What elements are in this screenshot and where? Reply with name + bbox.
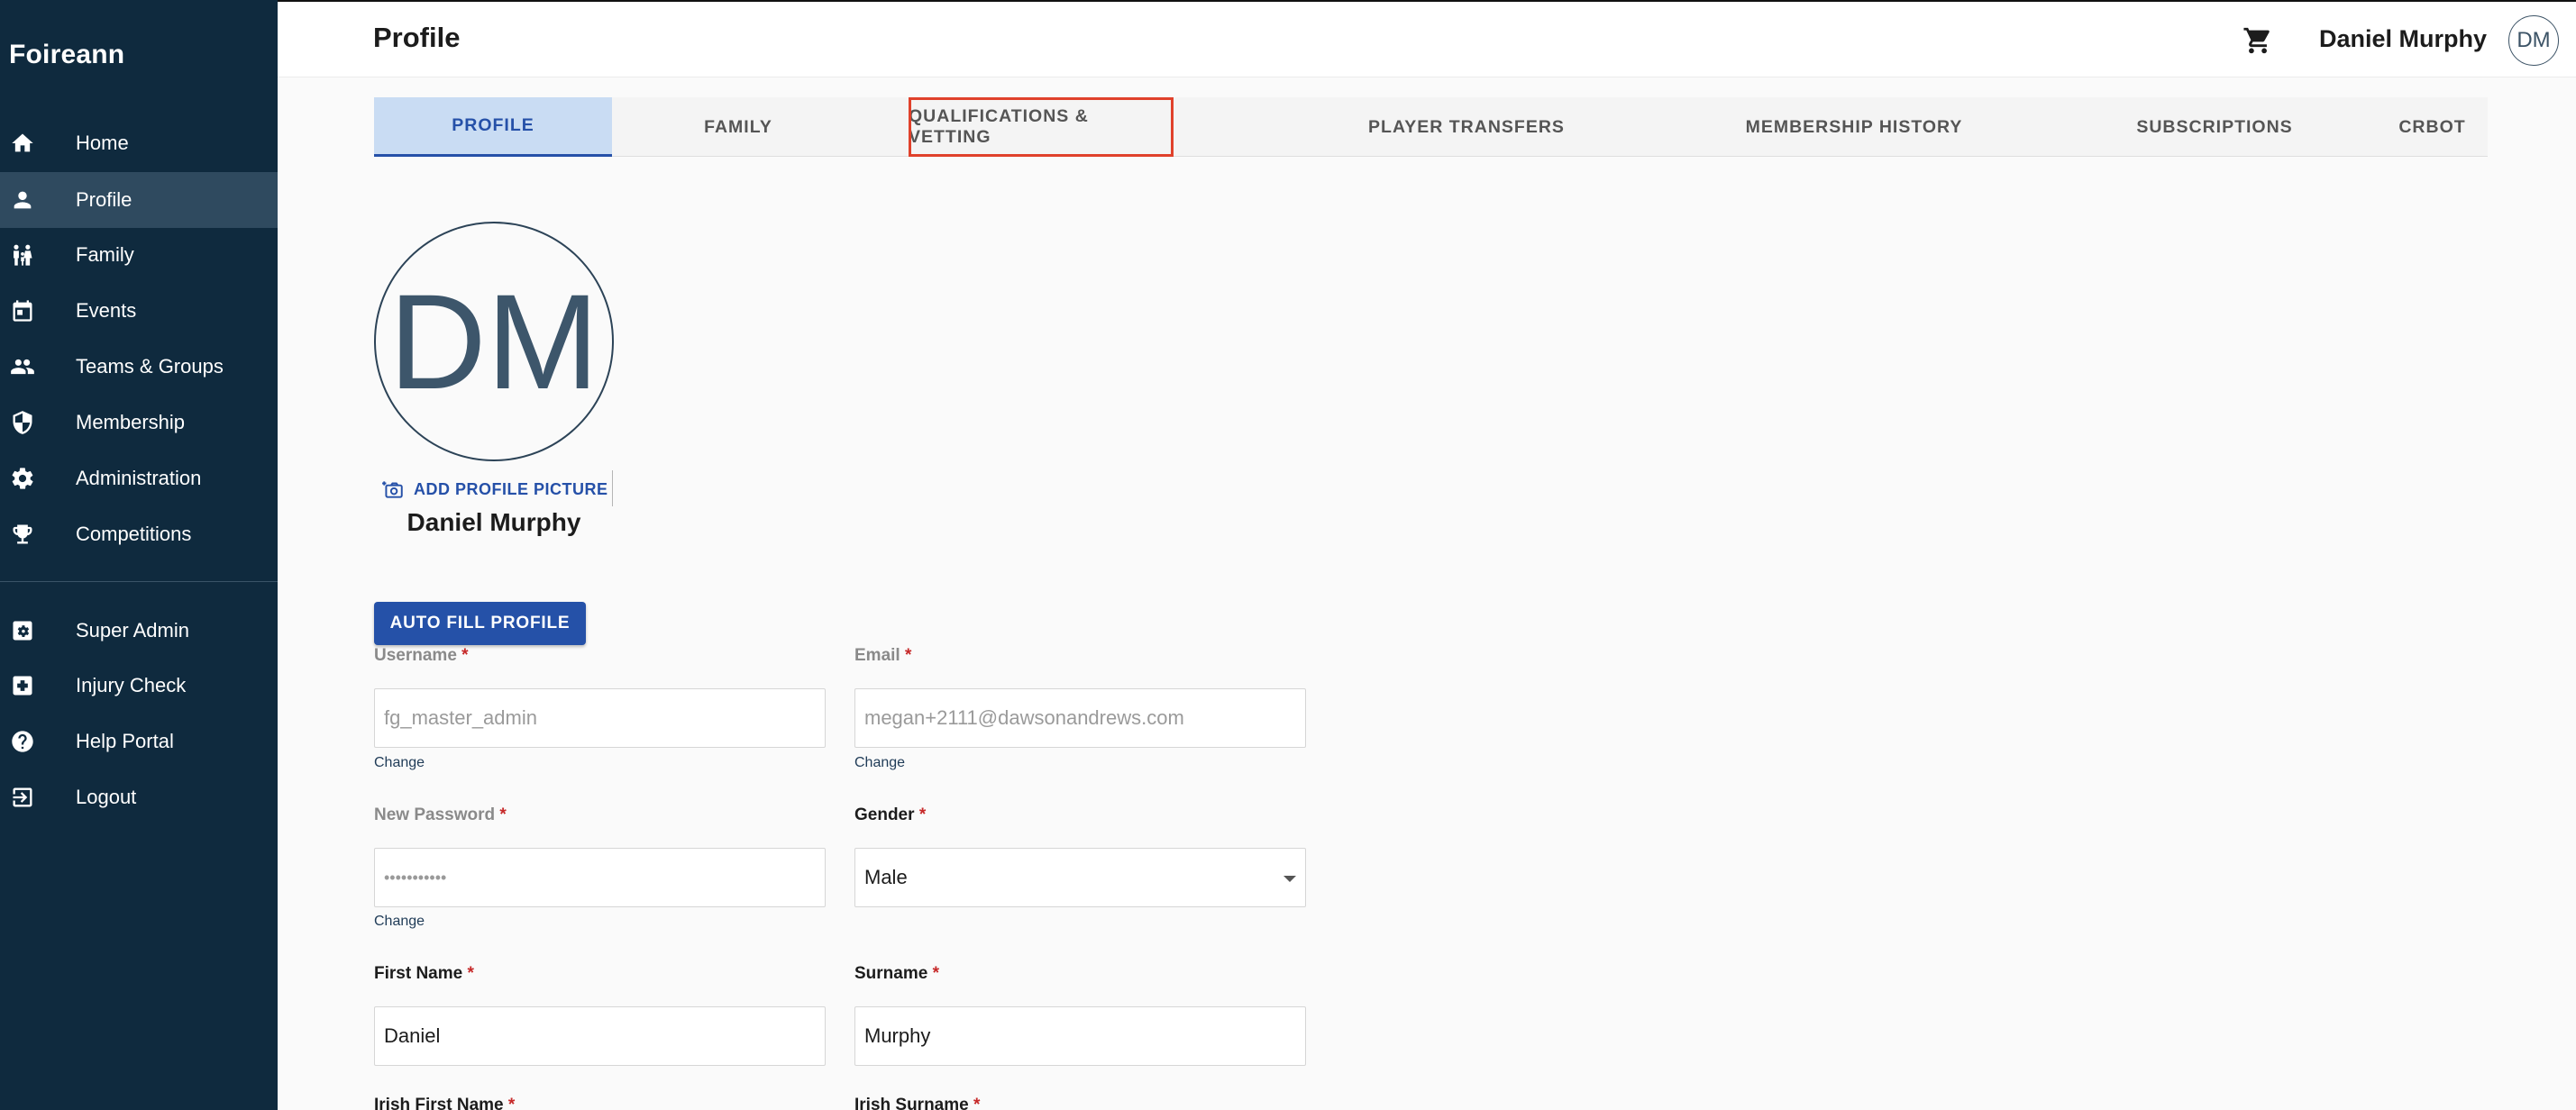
family-icon xyxy=(9,241,36,268)
email-change-link[interactable]: Change xyxy=(854,755,905,771)
calendar-icon xyxy=(9,297,36,324)
sidebar-item-label: Logout xyxy=(76,786,137,808)
tab-family[interactable]: FAMILY xyxy=(612,97,864,157)
sidebar-item-super-admin[interactable]: Super Admin xyxy=(0,603,278,659)
first-name-field[interactable] xyxy=(374,1006,826,1066)
brand-logo: Foireann xyxy=(9,40,125,69)
user-avatar[interactable]: DM xyxy=(2508,15,2559,66)
gender-select[interactable]: Male xyxy=(854,848,1306,907)
irish-first-name-label: Irish First Name * xyxy=(374,1096,515,1110)
top-header: Profile Daniel Murphy DM xyxy=(278,0,2576,77)
sidebar-item-administration[interactable]: Administration xyxy=(0,450,278,506)
sidebar-item-label: Membership xyxy=(76,411,186,433)
new-password-label: New Password * xyxy=(374,805,507,825)
cart-icon[interactable] xyxy=(2243,25,2273,56)
email-field[interactable] xyxy=(854,688,1306,748)
sidebar-item-label: Family xyxy=(76,243,134,266)
help-icon xyxy=(9,728,36,755)
shield-icon xyxy=(9,409,36,436)
surname-label-text: Surname xyxy=(854,964,928,983)
sidebar-item-label: Events xyxy=(76,299,137,322)
new-password-label-text: New Password xyxy=(374,805,496,824)
password-change-link[interactable]: Change xyxy=(374,914,425,930)
add-profile-picture-button[interactable]: ADD PROFILE PICTURE xyxy=(381,476,608,503)
gender-select-value: Male xyxy=(864,866,908,888)
sidebar-item-label: Profile xyxy=(76,188,132,211)
email-label: Email * xyxy=(854,646,911,666)
sidebar-item-label: Injury Check xyxy=(76,674,187,696)
profile-avatar: DM xyxy=(374,222,614,461)
sidebar-item-home[interactable]: Home xyxy=(0,115,278,171)
add-photo-icon xyxy=(382,481,403,498)
username-change-link[interactable]: Change xyxy=(374,755,425,771)
required-mark: * xyxy=(904,646,912,665)
sidebar-item-help-portal[interactable]: Help Portal xyxy=(0,714,278,769)
surname-field[interactable] xyxy=(854,1006,1306,1066)
auto-fill-profile-button[interactable]: AUTO FILL PROFILE xyxy=(374,602,586,645)
sidebar-item-events[interactable]: Events xyxy=(0,283,278,339)
sidebar-item-injury-check[interactable]: Injury Check xyxy=(0,658,278,714)
add-profile-picture-label: ADD PROFILE PICTURE xyxy=(414,479,608,498)
sidebar-item-label: Super Admin xyxy=(76,619,189,641)
admin-gear-icon xyxy=(9,617,36,644)
divider xyxy=(612,470,613,506)
group-icon xyxy=(9,353,36,380)
new-password-field[interactable] xyxy=(374,848,826,907)
gender-label-text: Gender xyxy=(854,805,915,824)
logout-icon xyxy=(9,784,36,811)
sidebar-item-label: Teams & Groups xyxy=(76,355,224,378)
sidebar-item-competitions[interactable]: Competitions xyxy=(0,506,278,562)
home-icon xyxy=(9,130,36,157)
sidebar-item-membership[interactable]: Membership xyxy=(0,395,278,450)
sidebar: Foireann Home Profile Family Events Team… xyxy=(0,0,278,1110)
medical-cross-icon xyxy=(9,672,36,699)
irish-surname-label-text: Irish Surname xyxy=(854,1096,969,1110)
required-mark: * xyxy=(973,1096,981,1110)
required-mark: * xyxy=(507,1096,516,1110)
tab-crbot[interactable]: CRBOT xyxy=(2377,97,2488,157)
tab-qualifications-vetting[interactable]: QUALIFICATIONS & VETTING xyxy=(909,97,1174,157)
required-mark: * xyxy=(932,964,939,983)
sidebar-divider xyxy=(0,581,278,582)
email-label-text: Email xyxy=(854,646,900,665)
sidebar-item-family[interactable]: Family xyxy=(0,227,278,283)
page-title: Profile xyxy=(373,22,461,53)
username-field[interactable] xyxy=(374,688,826,748)
surname-label: Surname * xyxy=(854,964,939,984)
sidebar-item-teams-groups[interactable]: Teams & Groups xyxy=(0,339,278,395)
person-icon xyxy=(9,187,36,214)
tab-profile[interactable]: PROFILE xyxy=(374,97,612,157)
trophy-icon xyxy=(9,521,36,548)
gear-icon xyxy=(9,465,36,492)
tab-membership-history[interactable]: MEMBERSHIP HISTORY xyxy=(1656,97,2052,157)
required-mark: * xyxy=(918,805,927,824)
sidebar-item-label: Competitions xyxy=(76,523,192,545)
tab-player-transfers[interactable]: PLAYER TRANSFERS xyxy=(1277,97,1656,157)
sidebar-item-label: Home xyxy=(76,132,129,154)
required-mark: * xyxy=(461,646,469,665)
sidebar-item-logout[interactable]: Logout xyxy=(0,769,278,825)
sidebar-item-label: Administration xyxy=(76,467,202,489)
sidebar-item-label: Help Portal xyxy=(76,730,174,752)
first-name-label: First Name * xyxy=(374,964,474,984)
profile-tabs: PROFILE FAMILY QUALIFICATIONS & VETTING … xyxy=(374,97,2488,157)
profile-name: Daniel Murphy xyxy=(406,508,581,536)
user-name[interactable]: Daniel Murphy xyxy=(2319,25,2487,53)
gender-label: Gender * xyxy=(854,805,926,825)
tab-subscriptions[interactable]: SUBSCRIPTIONS xyxy=(2052,97,2377,157)
required-mark: * xyxy=(499,805,507,824)
username-label-text: Username xyxy=(374,646,457,665)
required-mark: * xyxy=(467,964,474,983)
username-label: Username * xyxy=(374,646,469,666)
sidebar-item-profile[interactable]: Profile xyxy=(0,172,278,228)
chevron-down-icon xyxy=(1283,876,1296,882)
first-name-label-text: First Name xyxy=(374,964,463,983)
irish-surname-label: Irish Surname * xyxy=(854,1096,980,1110)
irish-first-name-label-text: Irish First Name xyxy=(374,1096,504,1110)
